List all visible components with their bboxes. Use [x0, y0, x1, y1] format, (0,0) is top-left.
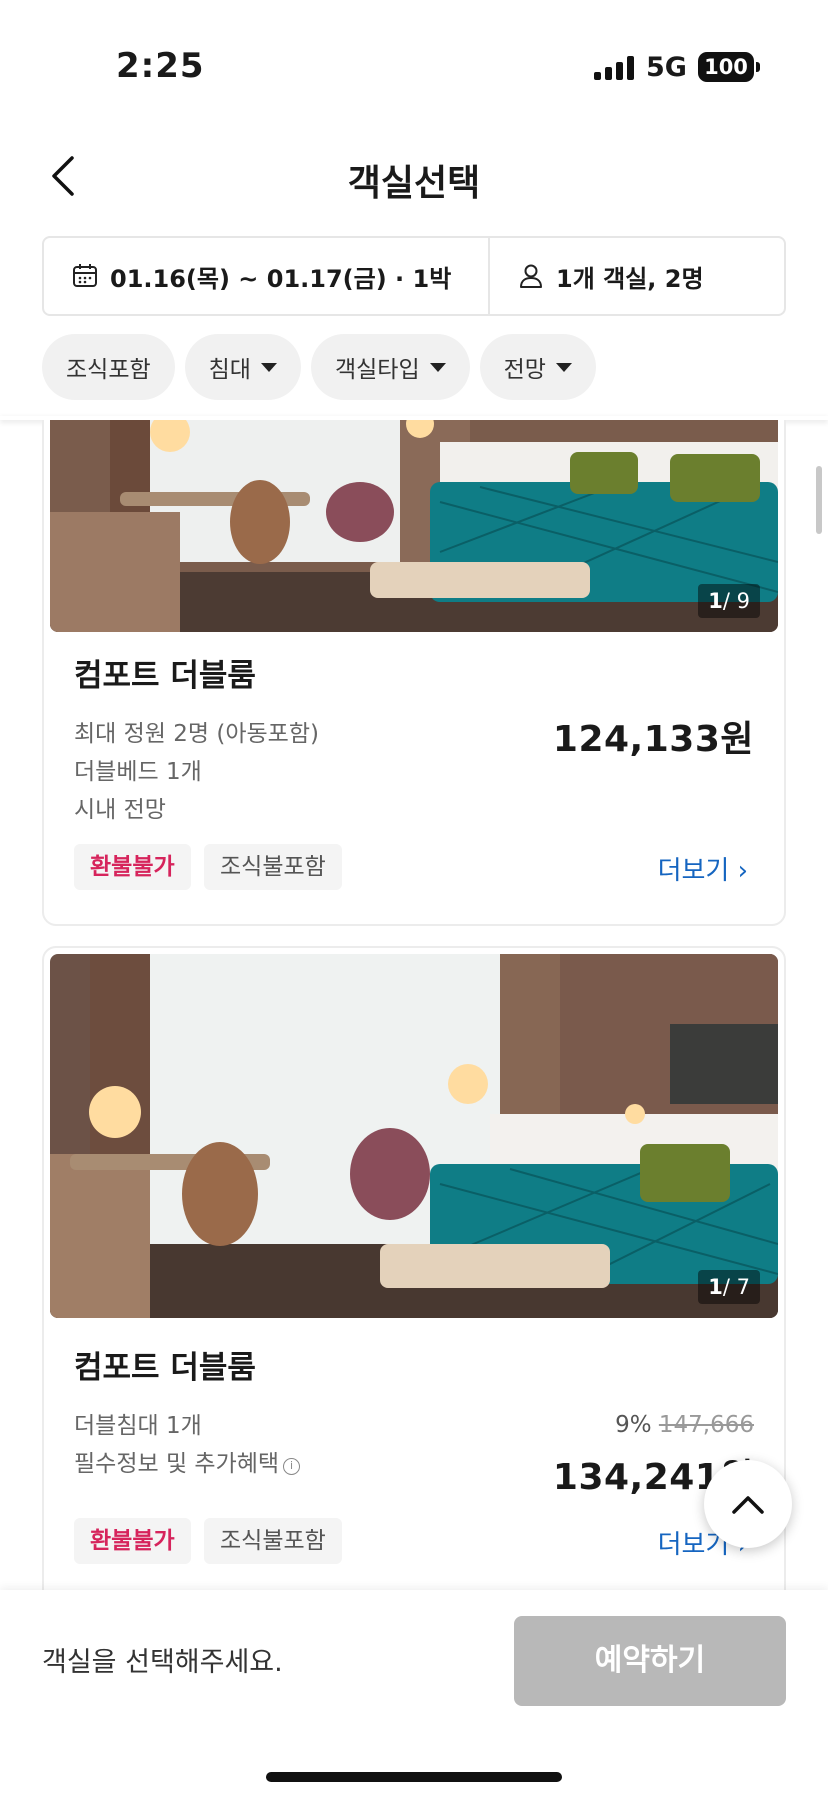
- filter-label: 조식포함: [66, 357, 151, 383]
- room-extra-info[interactable]: 필수정보 및 추가혜택 i: [74, 1444, 301, 1478]
- guest-count-text: 1개 객실, 2명: [556, 264, 704, 293]
- room-photo[interactable]: 1/ 7: [50, 954, 778, 1318]
- date-selector[interactable]: 01.16(목) ~ 01.17(금) · 1박: [44, 238, 490, 314]
- person-icon: [520, 264, 542, 288]
- room-view: 시내 전망: [74, 797, 166, 823]
- info-icon: i: [283, 1458, 301, 1475]
- caret-down-icon: [555, 362, 572, 372]
- home-indicator[interactable]: [266, 1772, 562, 1782]
- scroll-to-top-button[interactable]: [704, 1460, 792, 1548]
- scrollbar[interactable]: [816, 466, 822, 534]
- header: 객실선택: [0, 130, 828, 222]
- photo-counter: 1/ 7: [698, 1270, 760, 1304]
- network-label: 5G: [646, 52, 687, 83]
- guest-selector[interactable]: 1개 객실, 2명: [490, 238, 784, 314]
- room-card[interactable]: 1/ 7 컴포트 더블룸 더블침대 1개 필수정보 및 추가혜택 i 9% 147…: [42, 946, 786, 1590]
- page-title: 객실선택: [347, 163, 481, 204]
- calendar-icon: [73, 264, 97, 287]
- bottom-bar: 객실을 선택해주세요. 예약하기: [0, 1590, 828, 1800]
- room-name: 컴포트 더블룸: [74, 1350, 256, 1386]
- battery-icon: 100: [698, 52, 760, 82]
- filter-label: 객실타입: [334, 357, 420, 383]
- room-bed: 더블침대 1개: [74, 1413, 202, 1439]
- room-capacity: 최대 정원 2명 (아동포함): [74, 721, 319, 747]
- room-photo[interactable]: 1/ 9: [50, 420, 778, 632]
- room-bed: 더블베드 1개: [74, 759, 202, 785]
- caret-down-icon: [260, 362, 277, 372]
- room-list[interactable]: 1/ 9 컴포트 더블룸 최대 정원 2명 (아동포함) 더블베드 1개 시내 …: [0, 420, 828, 1590]
- reserve-button[interactable]: 예약하기: [514, 1616, 786, 1706]
- breakfast-badge: 조식불포함: [204, 844, 342, 890]
- discount-rate: 9%: [615, 1412, 652, 1438]
- chevron-up-icon: [732, 1496, 764, 1514]
- photo-counter: 1/ 9: [698, 584, 760, 618]
- filter-view[interactable]: 전망: [479, 334, 596, 400]
- room-card[interactable]: 1/ 9 컴포트 더블룸 최대 정원 2명 (아동포함) 더블베드 1개 시내 …: [42, 420, 786, 926]
- selection-message: 객실을 선택해주세요.: [42, 1647, 283, 1678]
- filter-label: 전망: [503, 357, 546, 383]
- date-range-text: 01.16(목) ~ 01.17(금) · 1박: [110, 264, 452, 293]
- original-price: 147,666: [658, 1412, 754, 1438]
- room-discount: 9% 147,666: [615, 1412, 754, 1438]
- filter-label: 침대: [208, 357, 251, 383]
- chevron-right-icon: ›: [737, 856, 748, 886]
- status-bar: 2:25 5G 100: [0, 0, 828, 130]
- refund-badge: 환불불가: [74, 844, 191, 890]
- room-price: 124,133원: [552, 719, 754, 760]
- more-link[interactable]: 더보기 ›: [658, 850, 748, 887]
- caret-down-icon: [429, 362, 446, 372]
- filter-bed[interactable]: 침대: [184, 334, 301, 400]
- filter-room-type[interactable]: 객실타입: [310, 334, 470, 400]
- filter-bar: 조식포함 침대 객실타입 전망: [42, 334, 596, 400]
- breakfast-badge: 조식불포함: [204, 1518, 342, 1564]
- search-summary: 01.16(목) ~ 01.17(금) · 1박 1개 객실, 2명: [42, 236, 786, 316]
- refund-badge: 환불불가: [74, 1518, 191, 1564]
- room-name: 컴포트 더블룸: [74, 658, 256, 694]
- status-time: 2:25: [116, 46, 205, 86]
- signal-icon: [594, 56, 634, 80]
- filter-breakfast[interactable]: 조식포함: [42, 334, 175, 400]
